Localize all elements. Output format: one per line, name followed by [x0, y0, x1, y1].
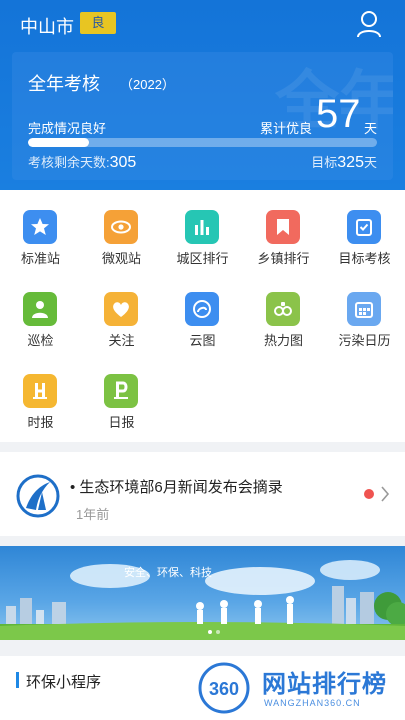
- grid-item-8[interactable]: 热力图: [243, 272, 324, 352]
- city-selector[interactable]: 中山市: [20, 13, 74, 39]
- mini-program-title: 环保小程序: [26, 674, 102, 691]
- grid-item-label: 目标考核: [338, 251, 391, 266]
- target-label: 目标: [311, 155, 338, 170]
- unread-dot: [364, 489, 374, 499]
- cloud-map-icon: [185, 292, 219, 326]
- user-icon[interactable]: [356, 10, 382, 38]
- grid-item-label: 标准站: [20, 251, 60, 266]
- grid-item-0[interactable]: 标准站: [0, 190, 81, 270]
- watermark-badge: 360: [209, 679, 239, 699]
- heart-icon: [104, 292, 138, 326]
- grid-item-label: 日报: [108, 415, 135, 430]
- remaining-value: 305: [109, 154, 137, 171]
- ministry-logo-icon: [16, 474, 60, 518]
- grid-item-5[interactable]: 巡检: [0, 272, 81, 352]
- news-title[interactable]: • 生态环境部6月新闻发布会摘录: [70, 476, 283, 497]
- calendar-icon: [347, 292, 381, 326]
- target-days: 目标325天: [311, 152, 377, 172]
- news-time: 1年前: [76, 507, 110, 522]
- app: 中山市 良 全年 全年考核 （2022） 完成情况良好 累计优良 57 天 考核…: [0, 0, 405, 720]
- aqi-badge: 良: [80, 12, 116, 34]
- progress-fill: [28, 138, 90, 147]
- grid-item-9[interactable]: 污染日历: [324, 272, 405, 352]
- promo-banner[interactable]: 安全、环保、科技: [0, 546, 405, 640]
- grid-item-label: 时报: [27, 415, 54, 430]
- news-item[interactable]: • 生态环境部6月新闻发布会摘录 1年前: [0, 452, 405, 536]
- eye-icon: [104, 210, 138, 244]
- remaining-label: 考核剩余天数:: [28, 155, 110, 170]
- target-unit: 天: [363, 155, 377, 170]
- card-year: （2022）: [120, 77, 175, 92]
- grid-item-6[interactable]: 关注: [81, 272, 162, 352]
- grid-item-label: 巡检: [27, 333, 54, 348]
- status-text: 完成情况良好: [28, 121, 107, 136]
- grid-item-label: 城区排行: [176, 251, 229, 266]
- watermark-text: 网站排行榜: [262, 671, 387, 698]
- card-title: 全年考核: [28, 74, 100, 94]
- grid-item-label: 污染日历: [338, 333, 391, 348]
- grid-item-3[interactable]: 乡镇排行: [243, 190, 324, 270]
- watermark-subtext: WANGZHAN360.CN: [264, 698, 361, 708]
- annual-assessment-card[interactable]: 全年 全年考核 （2022） 完成情况良好 累计优良 57 天 考核剩余天数:3…: [12, 52, 393, 180]
- grid-item-11[interactable]: 日报: [81, 354, 162, 434]
- grid-item-label: 关注: [108, 333, 135, 348]
- header: 中山市 良 全年 全年考核 （2022） 完成情况良好 累计优良 57 天 考核…: [0, 0, 405, 190]
- section-accent-bar: [16, 672, 19, 688]
- target-value: 325: [337, 154, 364, 171]
- top-bar: 中山市 良: [0, 0, 405, 50]
- checklist-icon: [347, 210, 381, 244]
- grid-item-10[interactable]: 时报: [0, 354, 81, 434]
- grid-item-7[interactable]: 云图: [162, 272, 243, 352]
- day-report-icon: [104, 374, 138, 408]
- grid-item-4[interactable]: 目标考核: [324, 190, 405, 270]
- remaining-days: 考核剩余天数:305: [28, 152, 136, 172]
- banner-image: [0, 560, 405, 640]
- function-grid: 标准站 微观站 城区排行 乡镇排行 目标考核巡检 关注 云图 热力图 污染日历时报 日报: [0, 190, 405, 442]
- hour-report-icon: [23, 374, 57, 408]
- grid-item-label: 热力图: [263, 333, 303, 348]
- excellent-label: 累计优良: [260, 121, 313, 136]
- excellent-unit: 天: [364, 121, 378, 136]
- banner-text: 安全、环保、科技: [124, 567, 212, 579]
- inspector-icon: [23, 292, 57, 326]
- heatmap-icon: [266, 292, 300, 326]
- grid-item-1[interactable]: 微观站: [81, 190, 162, 270]
- grid-item-label: 乡镇排行: [257, 251, 310, 266]
- progress-bar: [28, 138, 377, 147]
- grid-item-label: 微观站: [101, 251, 141, 266]
- bar-chart-icon: [185, 210, 219, 244]
- bookmark-icon: [266, 210, 300, 244]
- grid-item-label: 云图: [189, 333, 216, 348]
- chevron-right-icon[interactable]: [380, 486, 390, 502]
- excellent-days: 57: [316, 92, 361, 136]
- grid-item-2[interactable]: 城区排行: [162, 190, 243, 270]
- star-icon: [23, 210, 57, 244]
